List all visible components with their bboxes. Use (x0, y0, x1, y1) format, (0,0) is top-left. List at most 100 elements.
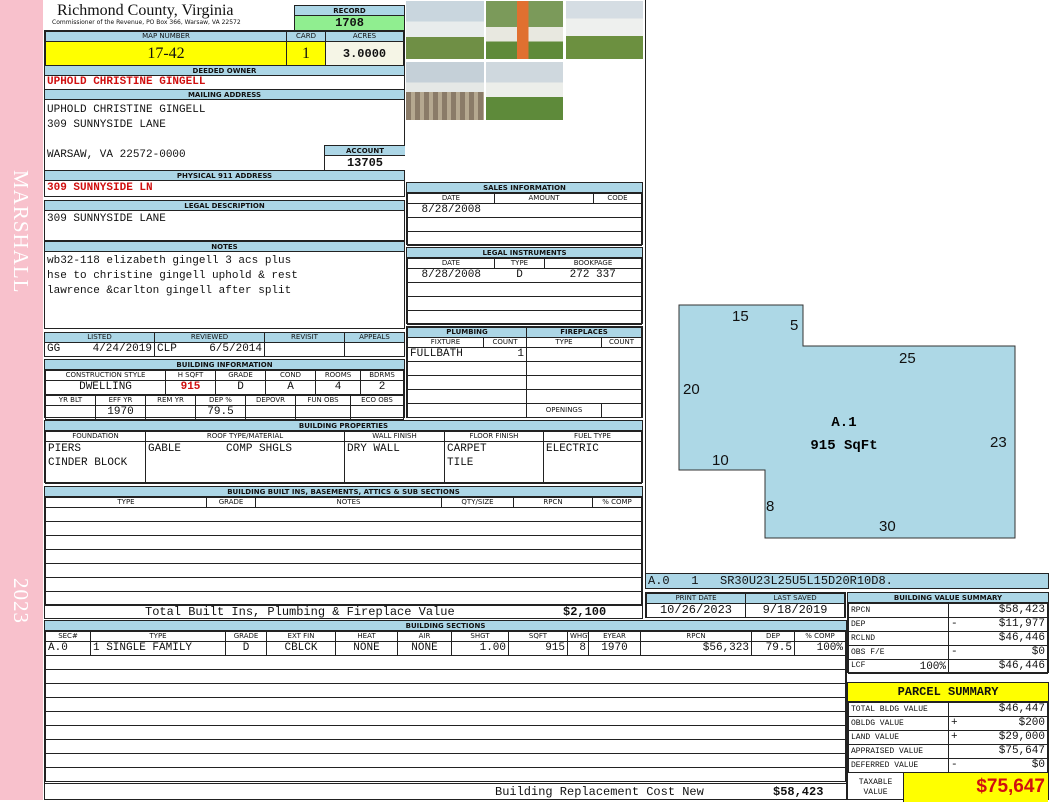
rem-yr (145, 405, 196, 420)
built-ins: BUILDING BUILT INS, BASEMENTS, ATTICS & … (44, 486, 643, 619)
roof-material: COMP SHGLS (226, 443, 293, 455)
notes-box: NOTES wb32-118 elizabeth gingell 3 acs p… (44, 241, 405, 329)
mailing-label: MAILING ADDRESS (45, 90, 404, 100)
dimension-label: 10 (712, 452, 729, 469)
dimension-label: 23 (990, 434, 1007, 451)
account-value: 13705 (346, 156, 383, 170)
sketch-code-bar: A.0 1 SR30U23L25U5L15D20R10D8. (645, 573, 1049, 589)
foundation: CINDER BLOCK (48, 457, 128, 469)
sketch-section: A.0 (648, 574, 670, 588)
property-photo[interactable] (485, 0, 564, 60)
dep-pct: 79.5 (195, 405, 246, 420)
dates-box: PRINT DATE LAST SAVED 10/26/2023 9/18/2019 (645, 592, 846, 618)
print-date: 10/26/2023 (646, 603, 746, 618)
summary-label: OBS F/E (851, 648, 885, 657)
sketch-number: 1 (691, 574, 699, 588)
section-col-header: % COMP (794, 631, 846, 642)
section-row[interactable]: A.0 1 SINGLE FAMILY D CBLCK NONE NONE 1.00 915 8… (45, 641, 846, 656)
section-col-header: EXT FIN (266, 631, 336, 642)
section-col-header: WHGT (567, 631, 589, 642)
building-sections: BUILDING SECTIONS SEC# TYPE GRADE EXT FIN HE… (44, 620, 847, 800)
col-depovr: DEPOVR (245, 395, 296, 406)
building-properties: BUILDING PROPERTIES FOUNDATION ROOF TYPE/… (44, 420, 643, 484)
dimension-label: 20 (683, 381, 700, 398)
col-eff-yr: EFF YR (95, 395, 146, 406)
district-label: MARSHALL (9, 170, 33, 294)
county-subtitle: Commissioner of the Revenue, PO Box 366,… (52, 19, 241, 26)
builtins-title: BUILDING BUILT INS, BASEMENTS, ATTICS & … (45, 487, 642, 497)
summary-label: RPCN (851, 606, 871, 615)
physical-box: PHYSICAL 911 ADDRESS 309 SUNNYSIDE LN (44, 170, 405, 197)
reviewed-label: REVIEWED (154, 332, 265, 343)
col-rem-yr: REM YR (145, 395, 196, 406)
section-col-header: TYPE (90, 631, 226, 642)
section-cell: D (225, 641, 267, 656)
bdrms: 2 (360, 380, 404, 395)
summary-label: TOTAL BLDG VALUE (851, 705, 928, 714)
listing-table: LISTED REVIEWED REVISIT APPEALS GG 4/24/2019… (44, 332, 405, 357)
col-rpcn: RPCN (513, 497, 593, 508)
col-grade: GRADE (215, 370, 266, 381)
col-foundation: FOUNDATION (45, 431, 146, 442)
revisit-label: REVISIT (264, 332, 345, 343)
col-rooms: ROOMS (315, 370, 361, 381)
record-value: 1708 (295, 16, 404, 30)
summary-row: DEP - $11,977 (848, 617, 1048, 632)
mailing-line-2: 309 SUNNYSIDE LANE (47, 119, 166, 131)
legal-instruments-title: LEGAL INSTRUMENTS (407, 248, 642, 258)
section-cell: A.0 (45, 641, 91, 656)
col-pct-comp: % COMP (592, 497, 642, 508)
section-col-header: SEC# (45, 631, 91, 642)
summary-value: $0 (1031, 759, 1045, 772)
col-qty: QTY/SIZE (441, 497, 514, 508)
property-photo[interactable] (405, 61, 485, 121)
floor-finish: CARPET (447, 443, 487, 455)
sketch-area-label: 915 SqFt (810, 438, 877, 454)
taxable-value: $75,647 (904, 773, 1048, 802)
property-photo[interactable] (565, 0, 644, 60)
summary-operator: - (951, 646, 958, 659)
fuel-type: ELECTRIC (543, 441, 642, 484)
district-strip: MARSHALL 2023 (0, 0, 43, 800)
building-info: BUILDING INFORMATION CONSTRUCTION STYLE H… (44, 359, 405, 420)
summary-pct: 100% (919, 660, 946, 673)
col-fuel: FUEL TYPE (543, 431, 642, 442)
col-floor: FLOOR FINISH (444, 431, 544, 442)
col-grade: GRADE (206, 497, 256, 508)
col-count: COUNT (601, 337, 642, 348)
hsqft: 915 (165, 380, 216, 395)
parcel-summary-title: PARCEL SUMMARY (848, 683, 1048, 702)
sketch-area[interactable]: 15 5 25 20 23 10 8 30 A.1 915 SqFt (645, 0, 1049, 573)
col-type: TYPE (526, 337, 603, 348)
sale-amount (494, 203, 594, 218)
summary-row: RCLND $46,446 (848, 631, 1048, 646)
col-bookpage: BOOKPAGE (544, 258, 642, 269)
property-photo[interactable] (405, 0, 485, 60)
reviewed-date: 6/5/2014 (209, 343, 262, 356)
dimension-label: 25 (899, 350, 916, 367)
mailing-line-1: UPHOLD CHRISTINE GINGELL (47, 104, 206, 116)
section-cell: 8 (567, 641, 589, 656)
summary-row: LAND VALUE + $29,000 (848, 730, 1048, 745)
section-cell: $56,323 (640, 641, 752, 656)
summary-row: LCF 100% $46,446 (848, 659, 1048, 674)
openings-label: OPENINGS (526, 403, 603, 418)
sale-date: 8/28/2008 (407, 203, 495, 218)
col-cond: COND (265, 370, 316, 381)
summary-value: $46,447 (998, 703, 1045, 716)
instrument-row: 8/28/2008 D 272 337 (407, 268, 642, 283)
sales-info: SALES INFORMATION DATE AMOUNT CODE 8/28/20… (406, 182, 643, 246)
property-photo[interactable] (485, 61, 564, 121)
sales-title: SALES INFORMATION (407, 183, 642, 193)
grade: D (215, 380, 266, 395)
summary-operator: + (951, 731, 958, 744)
account-label: ACCOUNT (325, 146, 405, 156)
summary-value: $46,446 (998, 660, 1045, 673)
summary-label: DEP (851, 620, 866, 629)
notes-label: NOTES (45, 242, 404, 252)
section-cell: 1 SINGLE FAMILY (90, 641, 226, 656)
col-dep: DEP % (195, 395, 246, 406)
summary-label: RCLND (851, 634, 876, 643)
col-date: DATE (407, 193, 495, 204)
taxable-label: VALUE (863, 788, 888, 797)
